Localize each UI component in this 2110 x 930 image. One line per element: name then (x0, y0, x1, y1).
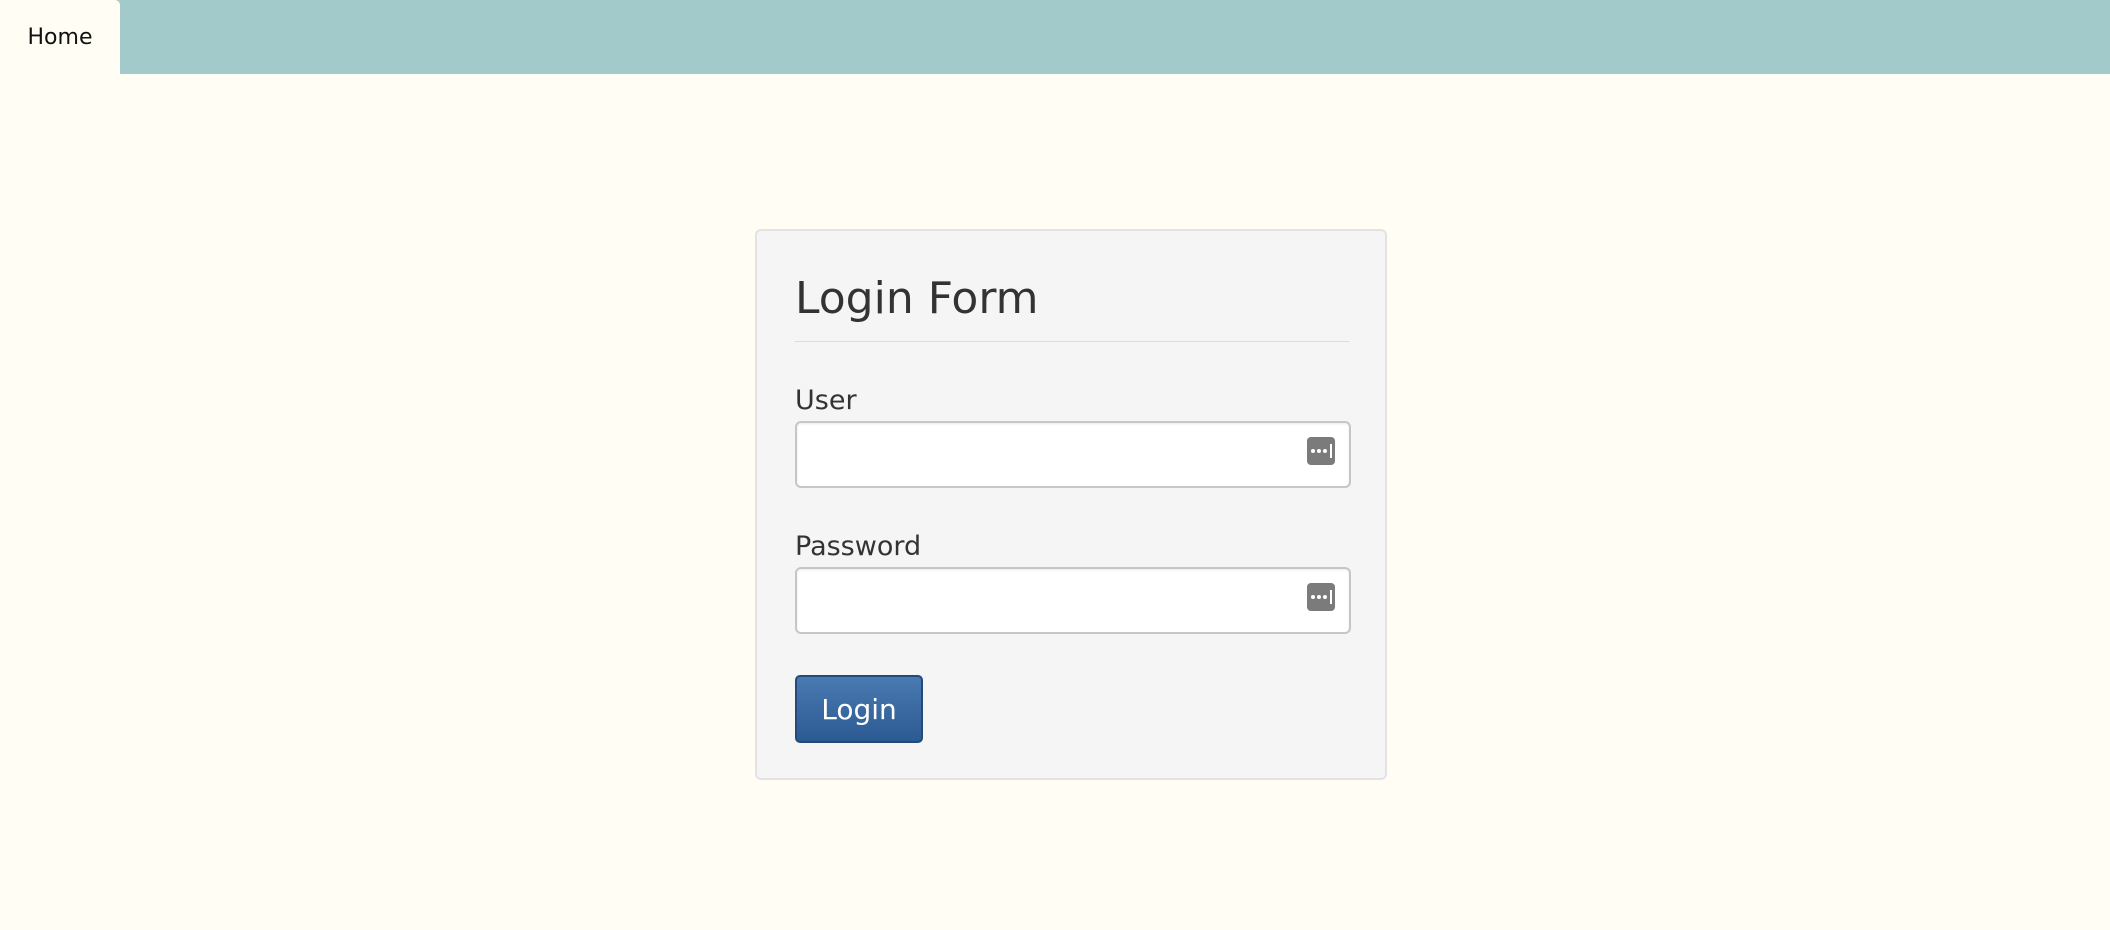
top-navigation-bar: Home (0, 0, 2110, 74)
user-field[interactable] (795, 421, 1351, 488)
password-manager-key-icon[interactable] (1307, 583, 1335, 611)
password-label: Password (795, 531, 922, 562)
login-button[interactable]: Login (795, 675, 923, 743)
user-input[interactable] (797, 423, 1349, 486)
nav-tab-home[interactable]: Home (0, 0, 120, 74)
form-title: Login Form (795, 273, 1039, 324)
title-divider (795, 341, 1349, 342)
password-field[interactable] (795, 567, 1351, 634)
password-manager-key-icon[interactable] (1307, 437, 1335, 465)
password-input[interactable] (797, 569, 1349, 632)
login-form-panel: Login Form User Password Login (755, 229, 1387, 780)
user-label: User (795, 385, 857, 416)
